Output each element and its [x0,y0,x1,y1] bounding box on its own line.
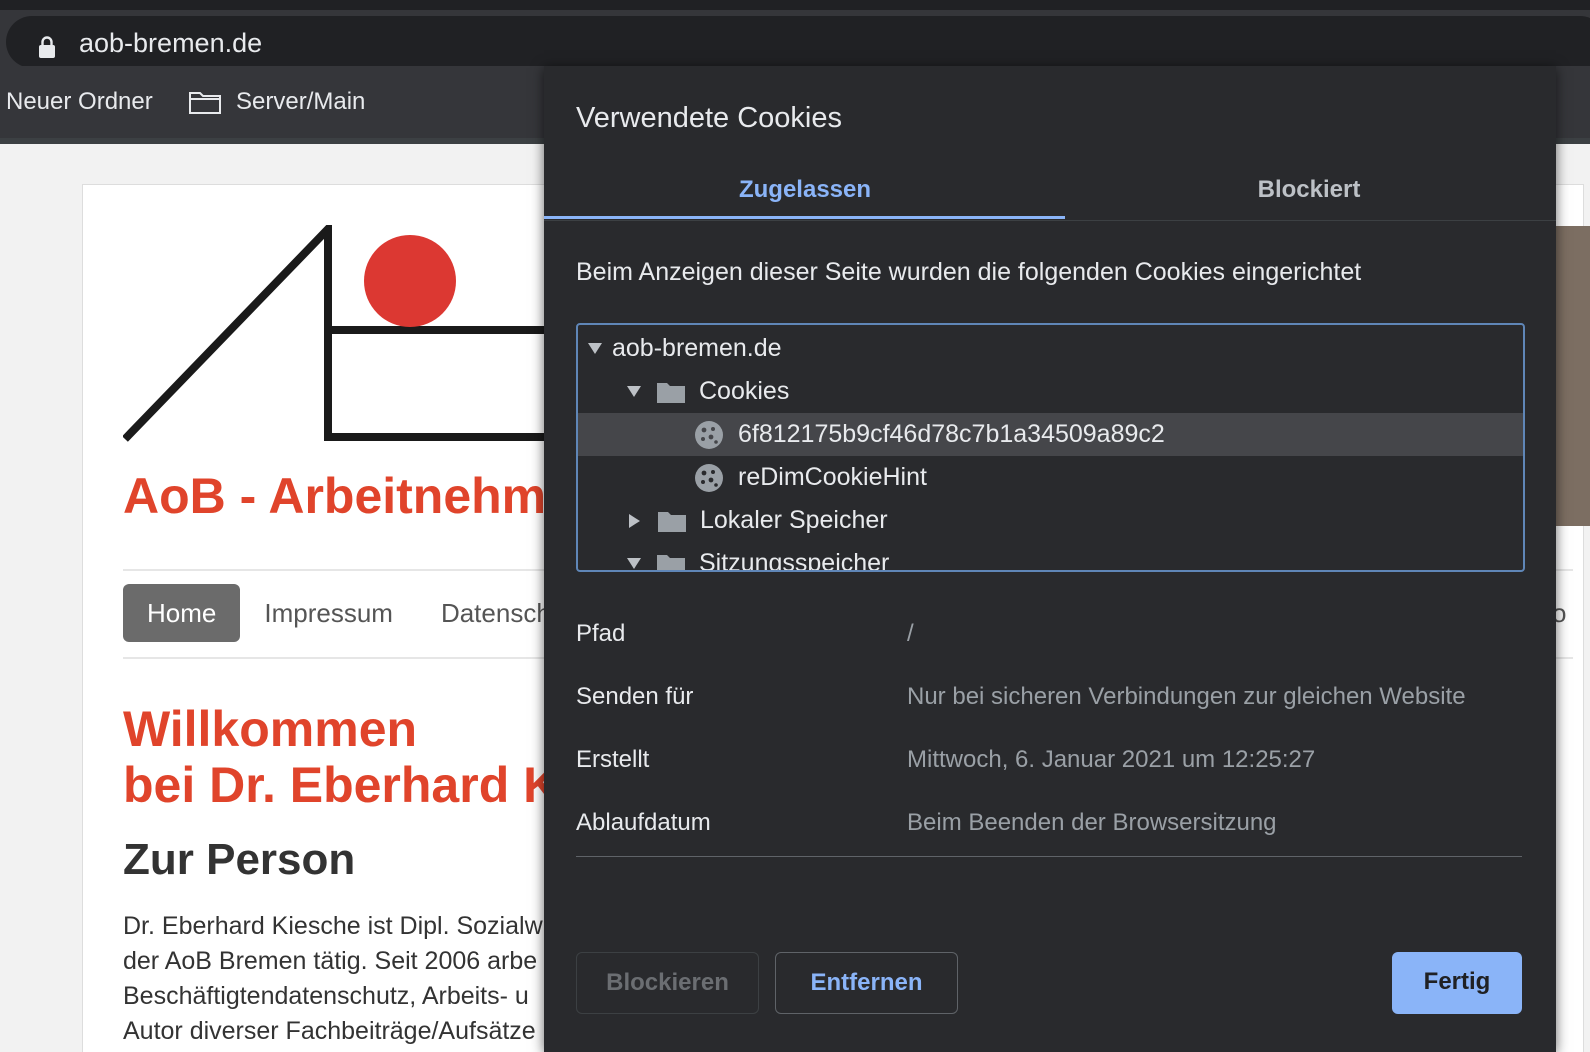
detail-label: Pfad [576,620,626,647]
nav-impressum[interactable]: Impressum [240,584,417,642]
done-button[interactable]: Fertig [1392,952,1522,1014]
welcome-line-2: bei Dr. Eberhard K [123,757,560,813]
tree-item-session-storage[interactable]: Sitzungsspeicher [578,542,1523,572]
tree-item-local-storage[interactable]: Lokaler Speicher [578,499,1523,542]
paragraph-line: Dr. Eberhard Kiesche ist Dipl. Sozialw [123,912,543,940]
dialog-description: Beim Anzeigen dieser Seite wurden die fo… [576,258,1362,286]
toolbar: aob-bremen.de [0,10,1590,68]
paragraph-line: Beschäftigtendatenschutz, Arbeits- u [123,982,529,1010]
detail-label: Senden für [576,683,694,710]
section-title: Zur Person [123,835,356,884]
cookies-dialog: Verwendete Cookies Zugelassen Blockiert … [544,66,1556,1052]
tree-item-label: Sitzungsspeicher [699,549,890,572]
lock-icon[interactable] [38,36,56,58]
tree-item-label: 6f812175b9cf46d78c7b1a34509a89c2 [738,420,1165,448]
detail-value: Beim Beenden der Browsersitzung [907,809,1277,836]
tree-item-cookie-selected[interactable]: 6f812175b9cf46d78c7b1a34509a89c2 [578,413,1523,456]
intro-paragraph: Dr. Eberhard Kiesche ist Dipl. Sozialw d… [123,909,543,1049]
cookie-tree[interactable]: aob-bremen.de Cookies 6f812175b9cf46d78c… [576,323,1525,572]
chevron-down-icon[interactable] [627,386,641,397]
tree-item-cookies-folder[interactable]: Cookies [578,370,1523,413]
bookmark-neuer-ordner[interactable]: Neuer Ordner [6,88,153,116]
address-bar[interactable]: aob-bremen.de [6,16,1590,68]
bookmark-label: Neuer Ordner [6,88,153,115]
dialog-title: Verwendete Cookies [576,102,842,134]
detail-row-expires: Ablaufdatum Beim Beenden der Browsersitz… [576,795,1522,858]
folder-icon [657,554,685,570]
detail-row-send-for: Senden für Nur bei sicheren Verbindungen… [576,669,1522,732]
paragraph-line: Autor diverser Fachbeiträge/Aufsätze [123,1017,536,1045]
tab-allowed[interactable]: Zugelassen [552,162,1058,218]
tree-item-label: reDimCookieHint [738,463,927,491]
folder-icon [657,382,685,403]
tab-bar: Zugelassen Blockiert [544,162,1556,221]
detail-value: Mittwoch, 6. Januar 2021 um 12:25:27 [907,746,1316,773]
tree-item-domain[interactable]: aob-bremen.de [578,327,1523,370]
detail-row-created: Erstellt Mittwoch, 6. Januar 2021 um 12:… [576,732,1522,795]
detail-value: Nur bei sicheren Verbindungen zur gleich… [907,683,1466,710]
tab-blocked[interactable]: Blockiert [1056,162,1556,218]
bookmark-server-main[interactable]: Server/Main [188,88,365,116]
tab-strip [0,0,1590,10]
detail-label: Erstellt [576,746,650,773]
detail-label: Ablaufdatum [576,809,711,836]
chevron-down-icon[interactable] [627,558,641,569]
divider [576,856,1522,857]
header-photo [1556,226,1590,526]
bookmark-label: Server/Main [236,88,366,115]
url-text[interactable]: aob-bremen.de [79,28,262,59]
aob-logo [123,225,563,442]
paragraph-line: der AoB Bremen tätig. Seit 2006 arbe [123,947,538,975]
detail-value: / [907,620,914,647]
welcome-heading: Willkommen bei Dr. Eberhard K [123,701,559,813]
folder-icon [658,511,686,532]
tree-item-label: aob-bremen.de [612,334,782,362]
chevron-right-icon[interactable] [629,513,640,528]
cookie-icon [695,420,723,449]
tree-item-label: Lokaler Speicher [700,506,888,534]
site-title: AoB - Arbeitnehm [123,468,547,524]
remove-button[interactable]: Entfernen [775,952,958,1014]
detail-row-path: Pfad / [576,606,1522,669]
cookie-icon [695,463,723,492]
tree-item-label: Cookies [699,377,790,405]
active-tab-indicator [544,216,1065,219]
site-nav: Home Impressum Datensch [123,584,575,642]
block-button[interactable]: Blockieren [576,952,759,1014]
folder-icon [189,92,221,114]
nav-home[interactable]: Home [123,584,241,642]
tree-item-cookie[interactable]: reDimCookieHint [578,456,1523,499]
chevron-down-icon[interactable] [588,343,602,354]
welcome-line-1: Willkommen [123,701,418,757]
